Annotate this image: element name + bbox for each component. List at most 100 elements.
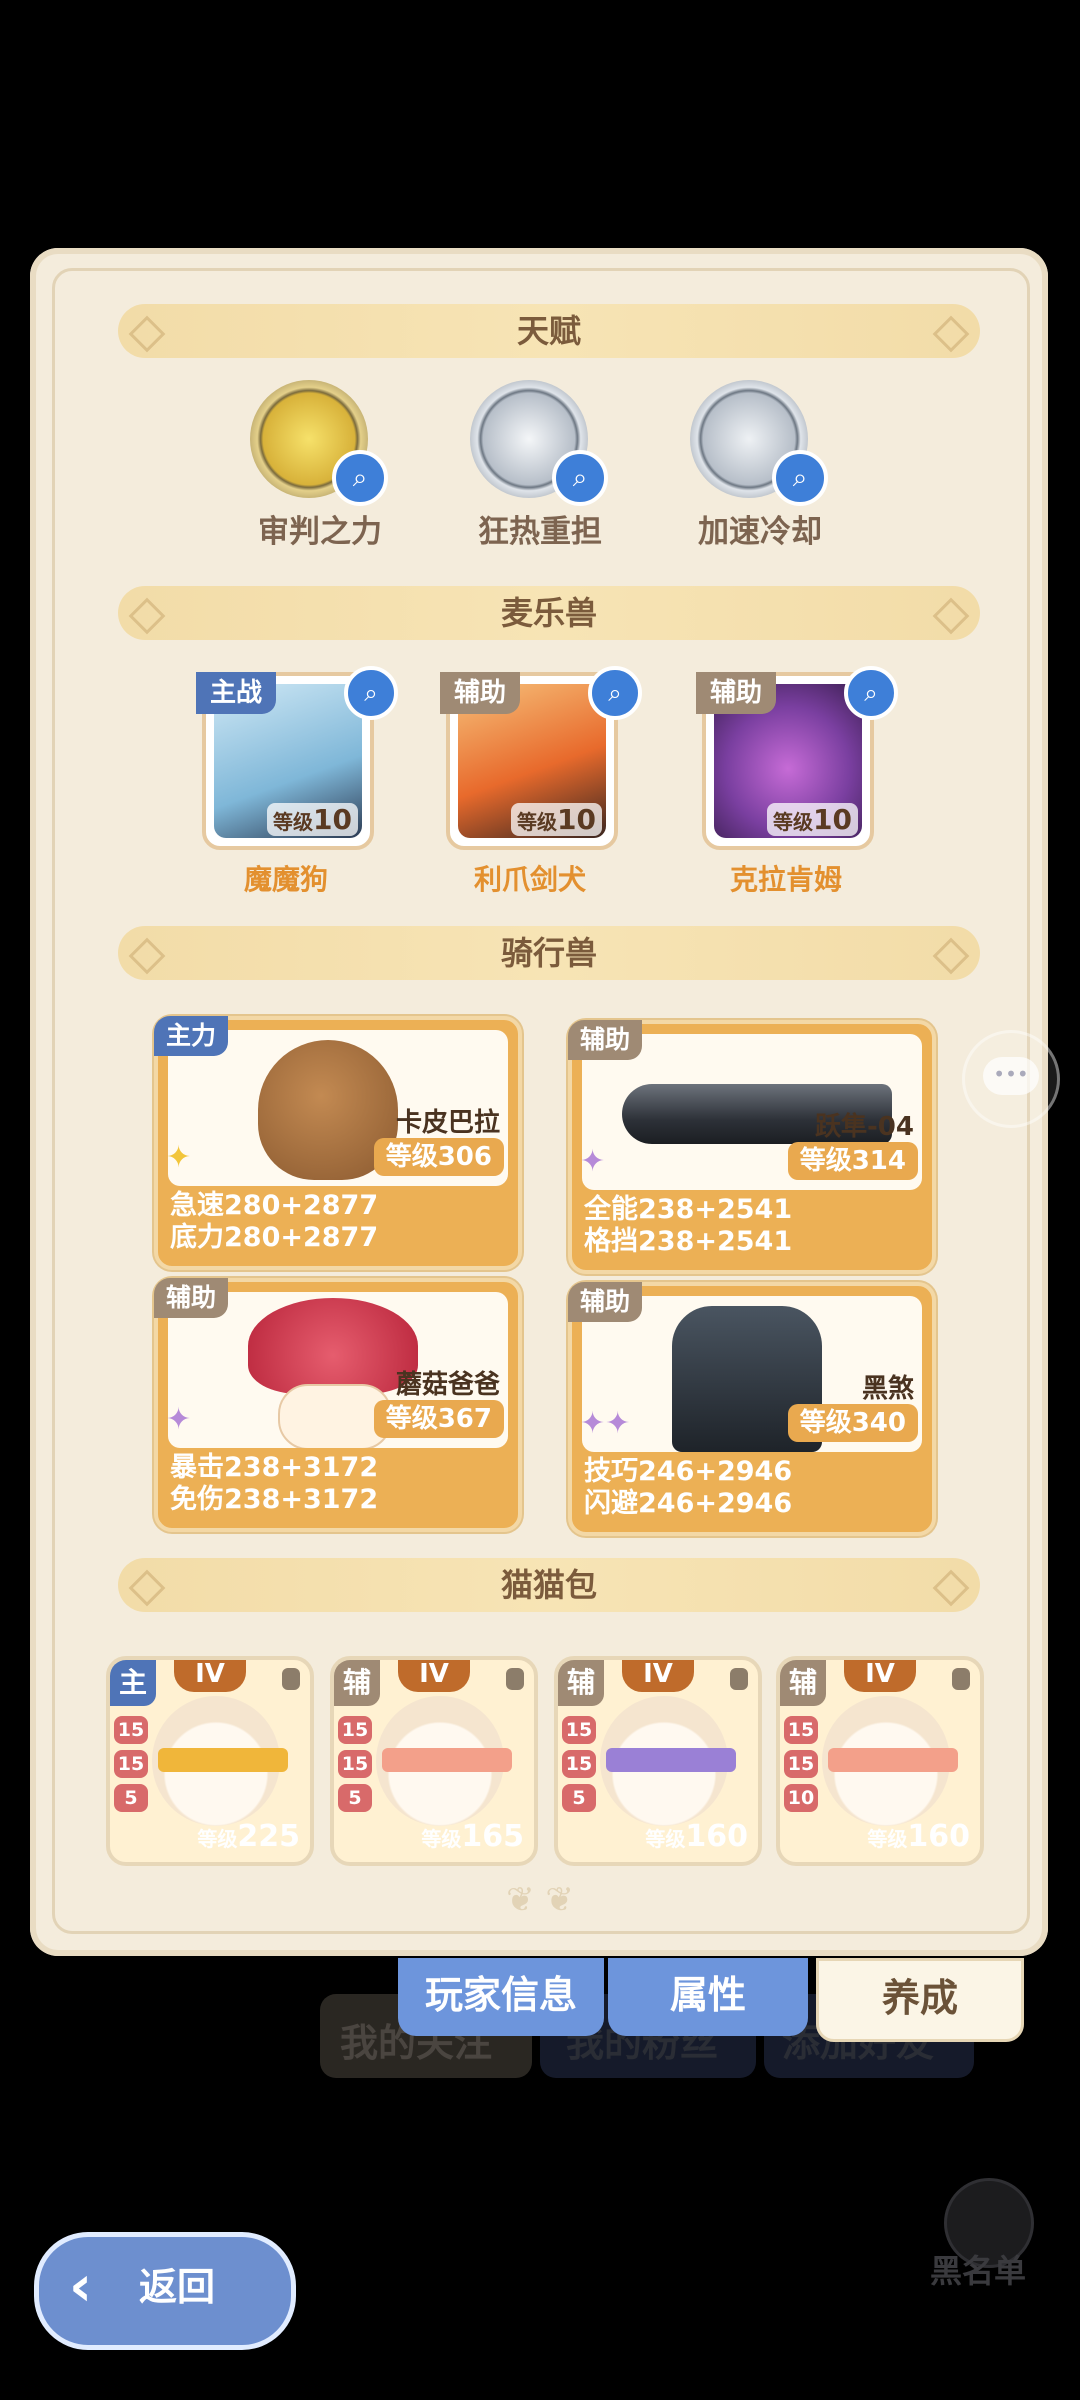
mount-card-2[interactable]: 辅助 ✦ 跃隼-04 等级314 全能238+2541 格挡238+2541 <box>568 1020 936 1274</box>
talent-1[interactable]: ⌕ 审判之力 <box>220 380 420 580</box>
mount-card-1[interactable]: 主力 ✦ 卡皮巴拉 等级306 急速280+2877 底力280+2877 <box>154 1016 522 1270</box>
blacklist-label: 黑名单 <box>930 2252 1027 2290</box>
talent-name: 审判之力 <box>258 514 382 550</box>
section-title-talent: 天赋 <box>516 312 581 350</box>
cat-headband <box>158 1748 288 1772</box>
skill-level: 15 <box>114 1750 148 1778</box>
pet-level-label: 等级 <box>517 810 558 834</box>
talent-name: 加速冷却 <box>698 514 822 550</box>
pet-level: 等级10 <box>767 803 858 836</box>
cat-level-value: 160 <box>907 1819 970 1854</box>
magnifier-icon[interactable]: ⌕ <box>588 666 642 720</box>
tier-badge: IV <box>398 1660 470 1692</box>
sparkle-icon: ✦ <box>580 1144 606 1179</box>
back-button[interactable]: ‹ 返回 <box>34 2232 296 2350</box>
pet-level-value: 10 <box>557 803 596 836</box>
pet-role-tag: 主战 <box>196 672 277 714</box>
pet-level: 等级10 <box>267 803 358 836</box>
cat-headband <box>382 1748 512 1772</box>
skill-level: 5 <box>562 1784 596 1812</box>
cat-level-value: 165 <box>461 1819 524 1854</box>
pet-card-1[interactable]: 等级10 主战 ⌕ 魔魔狗 <box>196 666 398 896</box>
mount-stat: 闪避246+2946 <box>584 1488 793 1519</box>
cat-level: 等级225 <box>197 1819 300 1854</box>
mount-role-tag: 辅助 <box>568 1020 643 1060</box>
magnifier-icon[interactable]: ⌕ <box>332 450 388 506</box>
mount-card-4[interactable]: 辅助 ✦✦ 黑煞 等级340 技巧246+2946 闪避246+2946 <box>568 1282 936 1536</box>
skill-level: 15 <box>562 1750 596 1778</box>
pet-name: 克拉肯姆 <box>729 863 842 896</box>
skill-level: 15 <box>338 1750 372 1778</box>
section-header-mounts: 骑行兽 <box>118 926 980 980</box>
cat-pack-3[interactable]: IV 辅 15 15 5 等级160 <box>554 1656 762 1866</box>
tab-player-info[interactable]: 玩家信息 <box>398 1958 604 2036</box>
talent-2[interactable]: ⌕ 狂热重担 <box>440 380 640 580</box>
pet-name: 利爪剑犬 <box>473 863 586 896</box>
pet-level: 等级10 <box>511 803 602 836</box>
mount-stats: 技巧246+2946 闪避246+2946 <box>584 1456 792 1520</box>
back-arrow-icon: ‹ <box>69 2254 93 2319</box>
mount-role-tag: 主力 <box>154 1016 229 1056</box>
sparkle-icon: ✦ <box>166 1402 192 1437</box>
sparkle-icon: ✦✦ <box>580 1406 631 1441</box>
cat-pack-1[interactable]: IV 主 15 15 5 等级225 <box>106 1656 314 1866</box>
pet-card-2[interactable]: 等级10 辅助 ⌕ 利爪剑犬 <box>440 666 642 896</box>
pet-role-tag: 辅助 <box>440 672 521 714</box>
cat-level-label: 等级 <box>867 1827 908 1851</box>
mount-name: 蘑菇爸爸 <box>395 1370 500 1400</box>
mount-name: 跃隼-04 <box>815 1112 914 1142</box>
cat-level-label: 等级 <box>421 1827 462 1851</box>
mount-stat: 技巧246+2946 <box>584 1456 793 1487</box>
skill-level: 10 <box>784 1784 818 1812</box>
pet-card-3[interactable]: 等级10 辅助 ⌕ 克拉肯姆 <box>696 666 898 896</box>
cat-level-value: 160 <box>685 1819 748 1854</box>
skill-level: 15 <box>562 1716 596 1744</box>
cat-level: 等级160 <box>645 1819 748 1854</box>
tab-growth[interactable]: 养成 <box>816 1958 1024 2042</box>
lock-icon <box>282 1668 300 1690</box>
skill-level: 15 <box>784 1716 818 1744</box>
lock-icon <box>506 1668 524 1690</box>
sparkle-icon: ✦ <box>166 1140 192 1175</box>
chat-button[interactable]: ••• <box>962 1030 1060 1128</box>
cat-role-tag: 辅 <box>780 1660 826 1706</box>
mount-stat: 底力280+2877 <box>170 1222 379 1253</box>
skill-level: 5 <box>114 1784 148 1812</box>
magnifier-icon[interactable]: ⌕ <box>844 666 898 720</box>
tier-badge: IV <box>622 1660 694 1692</box>
mount-level: 等级367 <box>373 1400 504 1438</box>
mount-stat: 免伤238+3172 <box>170 1484 379 1515</box>
cat-level-value: 225 <box>237 1819 300 1854</box>
cat-pack-4[interactable]: IV 辅 15 15 10 等级160 <box>776 1656 984 1866</box>
cat-pack-2[interactable]: IV 辅 15 15 5 等级165 <box>330 1656 538 1866</box>
magnifier-icon[interactable]: ⌕ <box>344 666 398 720</box>
magnifier-icon[interactable]: ⌕ <box>772 450 828 506</box>
mount-level: 等级340 <box>787 1404 918 1442</box>
talent-name: 狂热重担 <box>478 514 602 550</box>
mount-card-3[interactable]: 辅助 ✦ 蘑菇爸爸 等级367 暴击238+3172 免伤238+3172 <box>154 1278 522 1532</box>
tab-attributes[interactable]: 属性 <box>608 1958 808 2036</box>
mount-role-tag: 辅助 <box>568 1282 643 1322</box>
mount-name: 卡皮巴拉 <box>395 1108 500 1138</box>
pet-level-value: 10 <box>313 803 352 836</box>
cat-ornament-icon: ❦ ❦ <box>506 1880 574 1920</box>
cat-level: 等级165 <box>421 1819 524 1854</box>
skill-level: 5 <box>338 1784 372 1812</box>
cat-headband <box>606 1748 736 1772</box>
cat-level: 等级160 <box>867 1819 970 1854</box>
talent-3[interactable]: ⌕ 加速冷却 <box>660 380 860 580</box>
back-label: 返回 <box>139 2265 216 2309</box>
mount-stats: 全能238+2541 格挡238+2541 <box>584 1194 792 1258</box>
mount-role-tag: 辅助 <box>154 1278 229 1318</box>
cat-level-label: 等级 <box>645 1827 686 1851</box>
mount-level: 等级306 <box>373 1138 504 1176</box>
magnifier-icon[interactable]: ⌕ <box>552 450 608 506</box>
mount-stats: 急速280+2877 底力280+2877 <box>170 1190 378 1254</box>
cat-role-tag: 主 <box>110 1660 156 1706</box>
chat-bubble-icon: ••• <box>983 1057 1039 1095</box>
mount-stat: 急速280+2877 <box>170 1190 379 1221</box>
section-title-cats: 猫猫包 <box>500 1566 597 1604</box>
tier-badge: IV <box>844 1660 916 1692</box>
skill-level: 15 <box>784 1750 818 1778</box>
lock-icon <box>730 1668 748 1690</box>
